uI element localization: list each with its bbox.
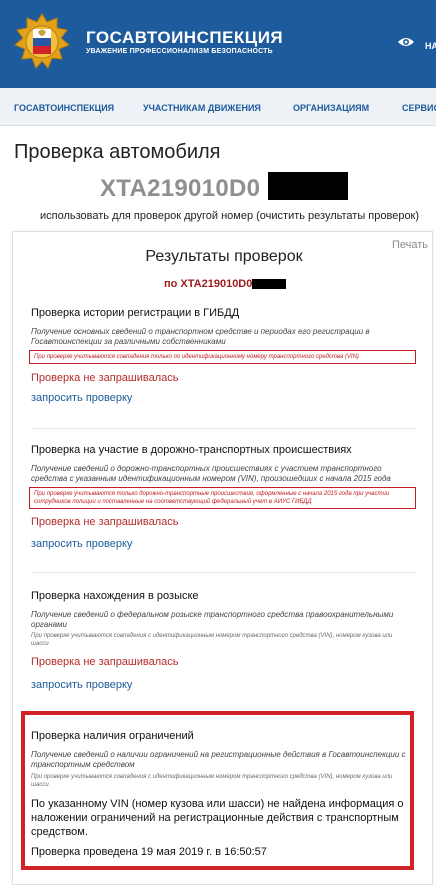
request-check-registration-link[interactable]: запросить проверку [31,392,132,404]
section-note-registration: При проверке учитываются совпадения толь… [29,350,416,364]
section-divider [31,572,416,573]
vin-redaction [268,172,348,200]
page-title: Проверка автомобиля [14,141,221,163]
site-header: ГОСАВТОИНСПЕКЦИЯ УВАЖЕНИЕ ПРОФЕССИОНАЛИЗ… [0,0,436,88]
section-note-restrictions: При проверке учитываются совпадения с ид… [31,774,393,788]
section-description-registration: Получение основных сведений о транспортн… [31,327,370,346]
subtitle-redaction [252,279,286,289]
section-description-accidents: Получение сведений о дорожно-транспортны… [31,464,391,483]
nav-item-road-users[interactable]: УЧАСТНИКАМ ДВИЖЕНИЯ [143,103,261,113]
section-note-wanted: При проверке учитываются совпадения с ид… [31,633,393,647]
request-check-wanted-link[interactable]: запросить проверку [31,679,132,691]
section-title-wanted: Проверка нахождения в розыске [31,590,199,602]
section-title-accidents: Проверка на участие в дорожно-транспортн… [31,444,352,456]
nav-item-gosavtoinspekciya[interactable]: ГОСАВТОИНСПЕКЦИЯ [14,103,114,113]
section-status-registration: Проверка не запрашивалась [31,372,179,384]
gai-emblem-logo[interactable] [12,12,72,72]
restrictions-result-text: По указанному VIN (номер кузова или шасс… [31,798,404,838]
section-status-wanted: Проверка не запрашивалась [31,656,179,668]
accessibility-link[interactable]: НА [425,41,436,51]
brand-tagline: УВАЖЕНИЕ ПРОФЕССИОНАЛИЗМ БЕЗОПАСНОСТЬ [86,48,273,55]
section-title-restrictions: Проверка наличия ограничений [31,730,194,742]
section-divider [31,428,416,429]
section-status-accidents: Проверка не запрашивалась [31,516,179,528]
nav-item-organizations[interactable]: ОРГАНИЗАЦИЯМ [293,103,369,113]
clear-results-link[interactable]: использовать для проверок другой номер (… [40,210,419,222]
restrictions-checked-at: Проверка проведена 19 мая 2019 г. в 16:5… [31,846,267,858]
nav-item-service[interactable]: СЕРВИС [402,103,436,113]
vin-number: XTA219010D0 [100,175,261,202]
section-description-restrictions: Получение сведений о наличии ограничений… [31,750,406,769]
section-note-accidents: При проверке учитываются только дорожно-… [29,487,416,509]
request-check-accidents-link[interactable]: запросить проверку [31,538,132,550]
section-description-wanted: Получение сведений о федеральном розыске… [31,610,394,629]
brand-title: ГОСАВТОИНСПЕКЦИЯ [86,28,284,47]
eye-icon[interactable] [397,36,415,48]
results-title: Результаты проверок [145,248,303,265]
section-title-registration: Проверка истории регистрации в ГИБДД [31,307,240,319]
main-nav: ГОСАВТОИНСПЕКЦИЯ УЧАСТНИКАМ ДВИЖЕНИЯ ОРГ… [0,88,436,126]
results-vin-subtitle: по XTA219010D0 [164,278,253,290]
